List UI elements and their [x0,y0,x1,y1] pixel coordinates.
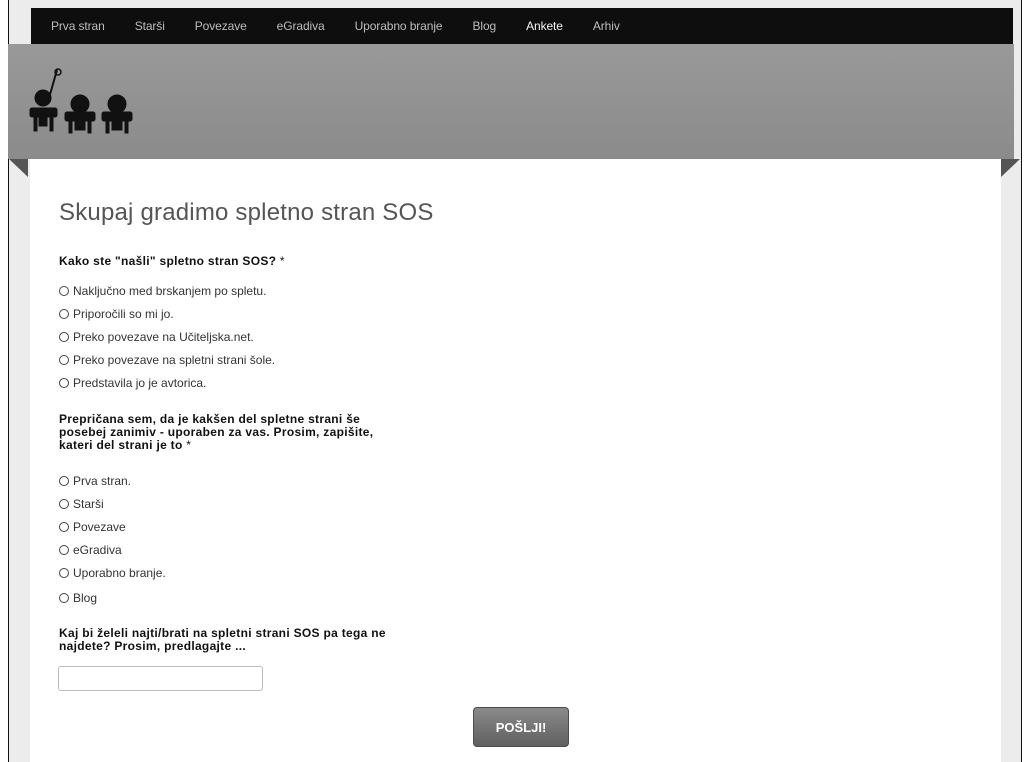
nav-item-starsi[interactable]: Starši [135,19,165,33]
page-title: Skupaj gradimo spletno stran SOS [59,199,434,226]
nav-item-arhiv[interactable]: Arhiv [593,19,620,33]
banner-fold-right [1001,159,1020,177]
radio-button[interactable] [59,309,69,319]
option-label: Starši [73,497,104,511]
option-label: Uporabno branje. [73,566,166,580]
radio-button[interactable] [59,593,69,603]
nav-item-blog[interactable]: Blog [472,19,496,33]
q1-option-2[interactable]: Priporočili so mi jo. [59,307,174,321]
radio-button[interactable] [59,332,69,342]
q1-option-5[interactable]: Predstavila jo je avtorica. [59,376,206,390]
suggestion-input[interactable] [58,666,263,691]
q1-option-4[interactable]: Preko povezave na spletni strani šole. [59,353,275,367]
banner-fold-left [9,159,28,177]
question-1-label: Kako ste "našli" spletno stran SOS? * [59,255,285,268]
question-3-label: Kaj bi želeli najti/brati na spletni str… [59,627,386,653]
question-2-line-3: kateri del strani je to [59,438,183,452]
top-nav: Prva stran Starši Povezave eGradiva Upor… [31,8,1013,44]
required-mark: * [186,438,192,452]
q1-option-3[interactable]: Preko povezave na Učiteljska.net. [59,330,254,344]
q2-option-3[interactable]: Povezave [59,520,126,534]
question-2-label: Prepričana sem, da je kakšen del spletne… [59,413,373,452]
q1-option-1[interactable]: Naključno med brskanjem po spletu. [59,284,266,298]
radio-button[interactable] [59,568,69,578]
header-banner [8,44,1014,159]
q2-option-2[interactable]: Starši [59,497,104,511]
submit-button[interactable]: POŠLJI! [473,707,569,747]
q2-option-5[interactable]: Uporabno branje. [59,566,166,580]
option-label: Povezave [73,520,126,534]
question-1-text: Kako ste "našli" spletno stran SOS? [59,254,277,268]
option-label: Preko povezave na spletni strani šole. [73,353,276,367]
option-label: Prva stran. [73,474,132,488]
option-label: eGradiva [73,543,122,557]
question-3-line-2: najdete? Prosim, predlagajte ... [59,639,246,653]
radio-button[interactable] [59,378,69,388]
radio-button[interactable] [59,545,69,555]
nav-item-ankete[interactable]: Ankete [526,19,563,33]
nav-item-uporabno-branje[interactable]: Uporabno branje [355,19,443,33]
option-label: Priporočili so mi jo. [73,307,174,321]
radio-button[interactable] [59,522,69,532]
q2-option-1[interactable]: Prva stran. [59,474,131,488]
q2-option-6[interactable]: Blog [59,591,97,605]
option-label: Naključno med brskanjem po spletu. [73,284,267,298]
q2-option-4[interactable]: eGradiva [59,543,122,557]
required-mark: * [279,254,285,268]
option-label: Blog [73,591,98,605]
radio-button[interactable] [59,286,69,296]
radio-button[interactable] [59,355,69,365]
option-label: Preko povezave na Učiteljska.net. [73,330,254,344]
nav-item-prva-stran[interactable]: Prva stran [51,19,105,33]
option-label: Predstavila jo je avtorica. [73,376,207,390]
nav-item-egradiva[interactable]: eGradiva [277,19,325,33]
radio-button[interactable] [59,476,69,486]
site-logo-icon[interactable] [27,68,139,136]
radio-button[interactable] [59,499,69,509]
nav-item-povezave[interactable]: Povezave [195,19,247,33]
